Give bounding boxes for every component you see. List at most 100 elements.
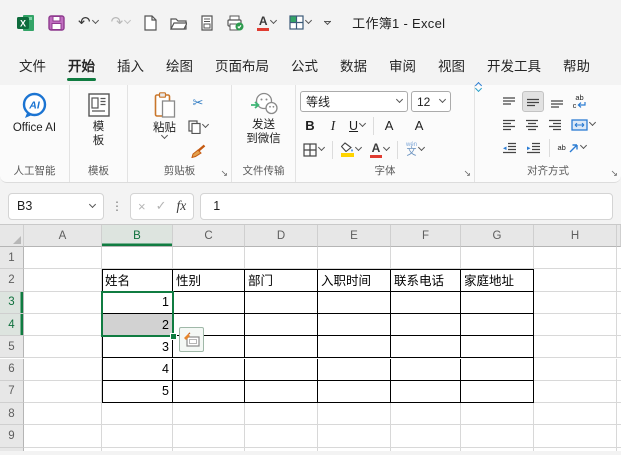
new-file-button[interactable] [140,13,160,33]
phonetic-guide-button[interactable]: wén 文 [403,139,427,160]
cell[interactable]: 联系电话 [391,269,461,292]
cell[interactable]: 姓名 [102,269,173,292]
cell[interactable] [461,403,534,426]
cell[interactable] [24,291,102,314]
formula-bar-options[interactable]: ⋮ [110,199,124,213]
column-header[interactable]: C [173,225,245,247]
ribbon-tab-review[interactable]: 审阅 [378,46,427,85]
wrap-text-button[interactable]: ab c [570,91,590,112]
cell[interactable] [24,269,102,292]
row-header[interactable]: 3 [0,291,24,314]
cell[interactable] [391,291,461,314]
cell[interactable] [245,313,318,337]
cell[interactable] [461,291,534,314]
cell[interactable] [391,358,461,381]
fill-color-button[interactable] [338,139,364,160]
enter-button[interactable]: ✓ [156,198,167,214]
ribbon-tab-help[interactable]: 帮助 [552,46,601,85]
cell[interactable]: 5 [102,380,173,404]
cell[interactable] [461,247,534,270]
ribbon-tab-formulas[interactable]: 公式 [280,46,329,85]
excel-logo-icon[interactable]: X [13,12,38,34]
font-color-button[interactable]: A [254,13,279,33]
cell[interactable] [391,380,461,404]
redo-button[interactable]: ↷ [108,13,134,32]
column-header[interactable]: A [24,225,102,247]
cell[interactable] [534,247,617,270]
cell[interactable] [461,358,534,381]
align-left-button[interactable] [499,114,519,135]
row-header[interactable]: 6 [0,358,24,381]
alignment-dialog-launcher[interactable]: ↘ [610,169,618,178]
undo-button[interactable]: ↶ [75,13,101,32]
print-preview-button[interactable] [197,13,217,33]
cell[interactable] [461,425,534,448]
auto-fill-options-button[interactable] [179,327,204,353]
cell[interactable] [173,380,245,404]
cell[interactable] [534,380,617,404]
cell[interactable] [534,336,617,359]
column-header[interactable]: D [245,225,318,247]
cell[interactable] [24,247,102,270]
cell[interactable] [24,447,102,451]
borders-cell-button[interactable] [300,139,327,160]
cancel-button[interactable]: × [138,199,146,214]
cell[interactable] [245,336,318,359]
column-header[interactable]: F [391,225,461,247]
ribbon-tab-file[interactable]: 文件 [8,46,57,85]
align-top-button[interactable] [499,91,519,112]
align-right-button[interactable] [545,114,565,135]
column-header[interactable]: H [534,225,617,247]
formula-input[interactable]: 1 [200,192,613,220]
format-painter-button[interactable] [185,140,211,161]
cell[interactable] [534,269,617,292]
underline-button[interactable]: U [346,115,368,136]
cell[interactable]: 部门 [245,269,318,292]
row-header[interactable]: 4 [0,313,24,337]
cell[interactable] [461,380,534,404]
cell[interactable] [534,358,617,381]
merge-center-button[interactable] [568,114,598,135]
ribbon-tab-page-layout[interactable]: 页面布局 [204,46,280,85]
cell[interactable] [173,403,245,426]
cell[interactable] [391,313,461,337]
cell[interactable] [24,336,102,359]
italic-button[interactable]: I [323,115,343,136]
cell[interactable] [391,425,461,448]
cell[interactable] [617,336,621,359]
cell[interactable]: 入职时间 [318,269,391,292]
align-center-button[interactable] [522,114,542,135]
cell[interactable] [617,425,621,448]
cell[interactable] [173,247,245,270]
cell[interactable] [617,380,621,404]
customize-toolbar-button[interactable] [321,18,334,27]
cell[interactable] [461,447,534,451]
ribbon-tab-developer[interactable]: 开发工具 [476,46,552,85]
cell[interactable] [461,336,534,359]
font-color-ribbon-button[interactable]: A [367,139,392,160]
cell[interactable] [318,291,391,314]
cell[interactable] [102,403,173,426]
row-header[interactable]: 8 [0,403,24,426]
column-header[interactable]: B [102,225,173,247]
cell[interactable] [173,425,245,448]
cell[interactable] [617,403,621,426]
cell[interactable] [102,247,173,270]
column-header[interactable]: G [461,225,534,247]
cell[interactable] [318,425,391,448]
cell[interactable] [318,380,391,404]
cell[interactable] [617,358,621,381]
cell[interactable] [318,336,391,359]
align-middle-button[interactable] [521,91,544,112]
cell[interactable] [24,403,102,426]
cell[interactable] [534,425,617,448]
select-all-corner[interactable] [0,225,24,247]
row-header[interactable]: 2 [0,269,24,292]
cell[interactable]: 4 [102,358,173,381]
cell[interactable] [534,447,617,451]
cell[interactable] [391,447,461,451]
ribbon-tab-data[interactable]: 数据 [329,46,378,85]
cell[interactable] [534,403,617,426]
insert-function-button[interactable]: fx [177,198,187,214]
office-ai-button[interactable]: AI Office AI [8,90,61,163]
